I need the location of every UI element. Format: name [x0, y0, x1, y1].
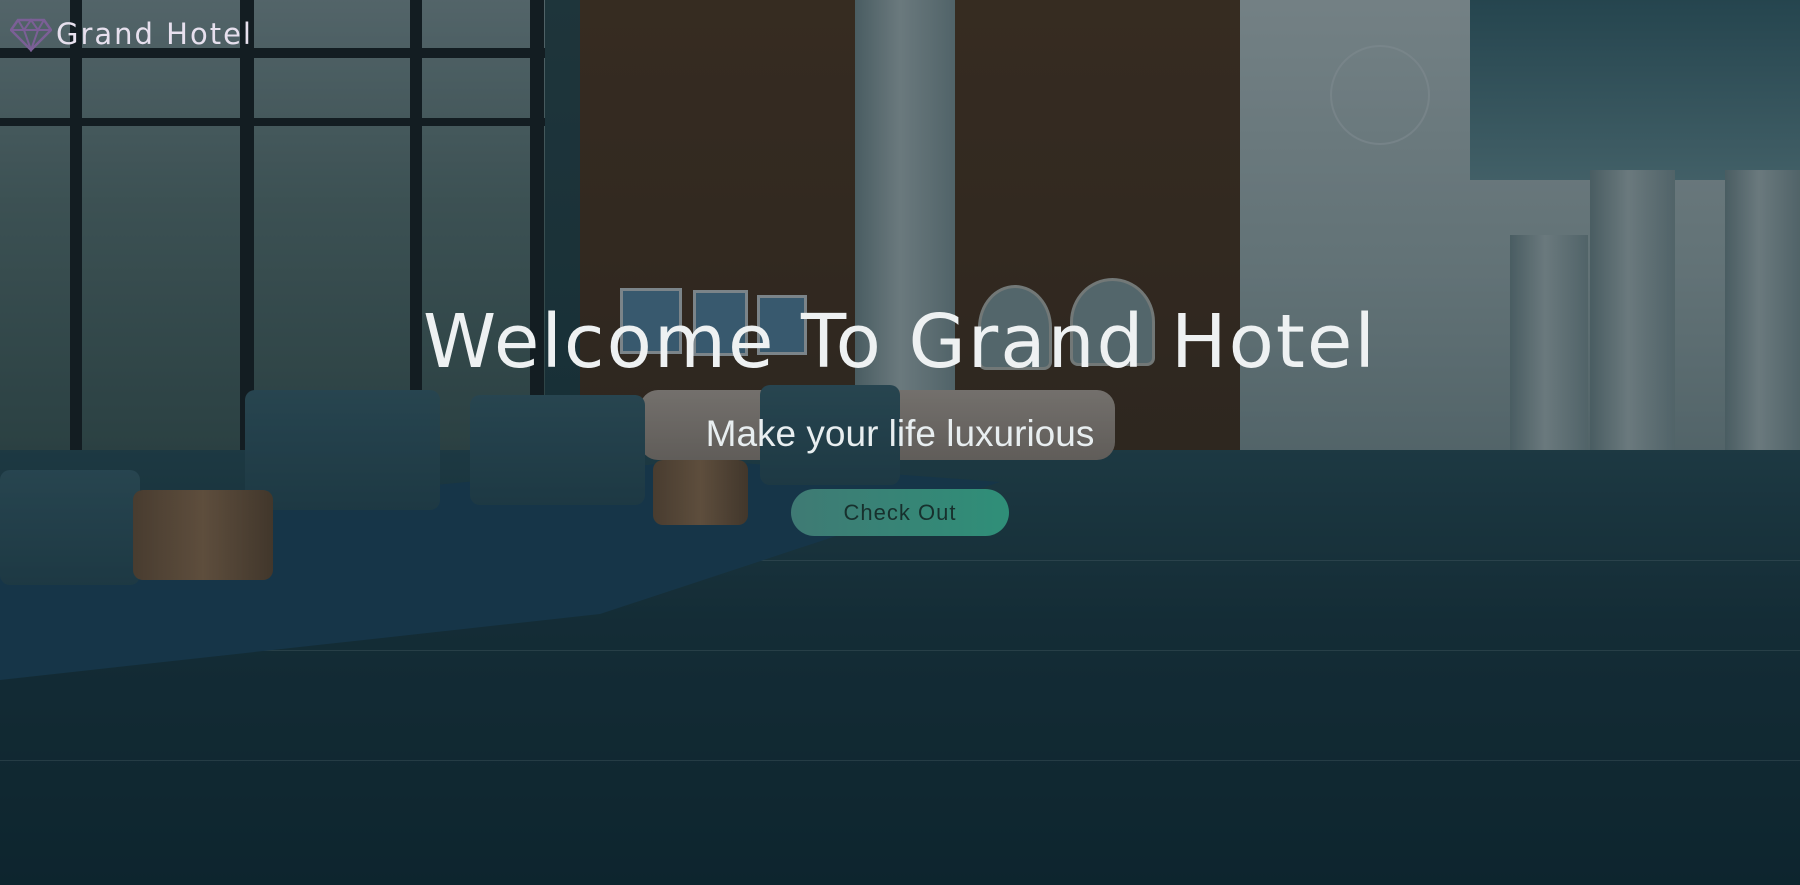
- brand-name: Grand Hotel: [56, 17, 253, 51]
- hero-subtitle: Make your life luxurious: [705, 413, 1095, 454]
- check-out-button[interactable]: Check Out: [791, 489, 1009, 536]
- diamond-icon: [10, 18, 52, 52]
- hero-title: Welcome To Grand Hotel: [423, 299, 1377, 385]
- brand-logo[interactable]: Grand Hotel: [10, 16, 253, 52]
- hero-section: Grand Hotel Welcome To Grand Hotel Make …: [0, 0, 1800, 885]
- hero-content: Welcome To Grand Hotel Make your life lu…: [0, 295, 1800, 536]
